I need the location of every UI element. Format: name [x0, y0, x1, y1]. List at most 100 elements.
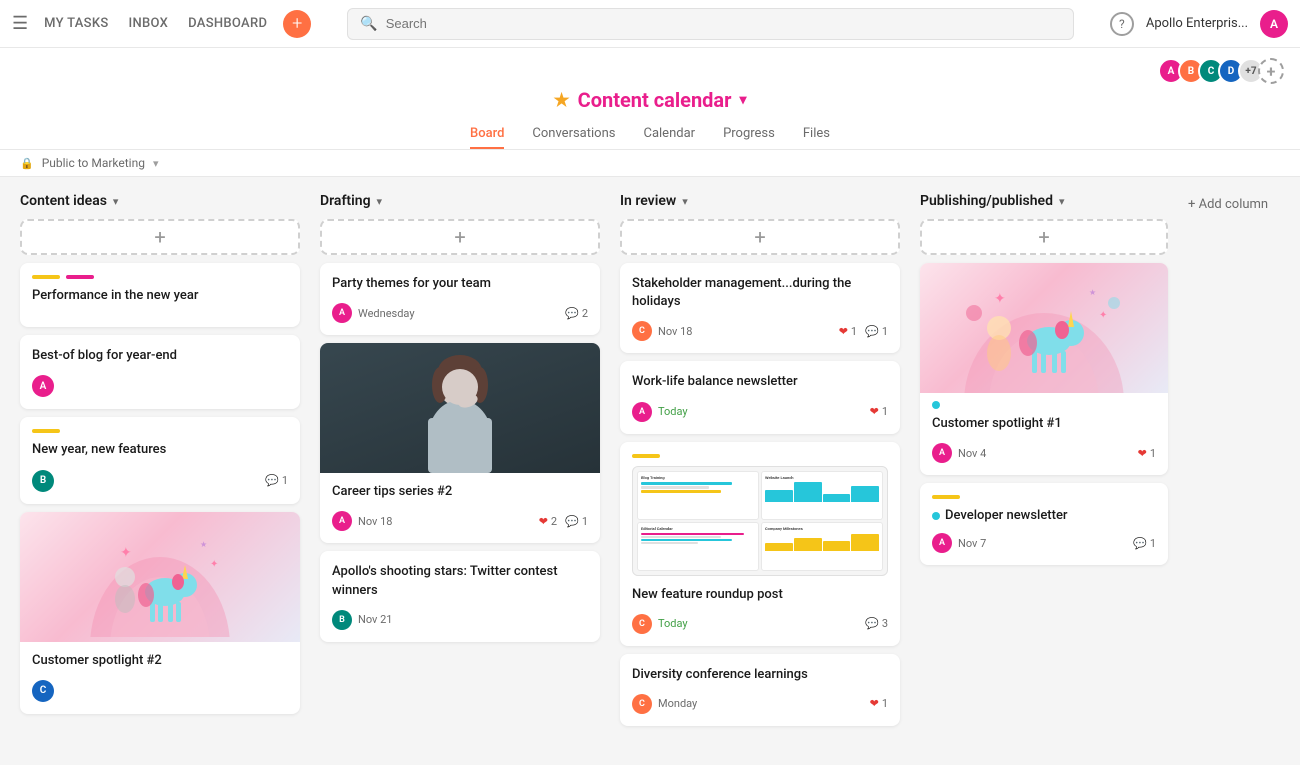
tab-board[interactable]: Board: [470, 120, 504, 149]
lock-icon: 🔒: [20, 157, 34, 170]
tab-conversations[interactable]: Conversations: [532, 120, 615, 149]
card-party-themes[interactable]: Party themes for your team A Wednesday 💬…: [320, 263, 600, 335]
cards-content-ideas: Performance in the new year Best-of blog…: [20, 263, 300, 714]
column-title-content-ideas: Content ideas: [20, 193, 107, 209]
menu-icon[interactable]: ☰: [12, 13, 28, 34]
card-tag-row: [932, 401, 1156, 409]
card-comments: 💬 1: [565, 515, 588, 528]
column-header-publishing: Publishing/published ▾: [920, 193, 1168, 209]
card-title-blog: Best-of blog for year-end: [32, 347, 288, 365]
column-header-drafting: Drafting ▾: [320, 193, 600, 209]
user-avatar[interactable]: A: [1260, 10, 1288, 38]
card-career-tips[interactable]: Career tips series #2 A Nov 18 ❤ 2: [320, 343, 600, 543]
nav-right: ? Apollo Enterpris... A: [1110, 10, 1288, 38]
card-diversity[interactable]: Diversity conference learnings C Monday …: [620, 654, 900, 726]
card-avatar: A: [932, 443, 952, 463]
card-comments: 💬 2: [565, 307, 588, 320]
column-chevron-publishing[interactable]: ▾: [1059, 195, 1065, 208]
dash-panel-4: Company Milestones: [761, 522, 883, 571]
top-nav: ☰ MY TASKS INBOX DASHBOARD + 🔍 ? Apollo …: [0, 0, 1300, 48]
column-chevron-drafting[interactable]: ▾: [377, 195, 383, 208]
column-chevron-content-ideas[interactable]: ▾: [113, 195, 119, 208]
nav-links: MY TASKS INBOX DASHBOARD: [44, 16, 267, 31]
tab-progress[interactable]: Progress: [723, 120, 775, 149]
svg-text:✦: ✦: [994, 291, 1006, 307]
add-column-button[interactable]: + Add column: [1188, 193, 1268, 212]
add-card-content-ideas[interactable]: +: [20, 219, 300, 255]
project-chevron[interactable]: ▾: [739, 92, 746, 108]
card-avatar: A: [332, 511, 352, 531]
card-avatar: B: [32, 470, 54, 492]
add-button[interactable]: +: [283, 10, 311, 38]
column-header-content-ideas: Content ideas ▾: [20, 193, 300, 209]
card-title-stakeholder: Stakeholder management...during the holi…: [632, 275, 888, 311]
search-input[interactable]: [386, 16, 1061, 31]
heart-count: 1: [882, 405, 888, 418]
card-date: Nov 18: [358, 515, 392, 528]
card-footer: A Wednesday 💬 2: [332, 303, 588, 323]
card-customer-spotlight-1[interactable]: ✦ ✦ ★: [920, 263, 1168, 475]
card-footer: C Monday ❤ 1: [632, 694, 888, 714]
column-in-review: In review ▾ + Stakeholder management...d…: [620, 193, 900, 726]
card-meta: B Nov 21: [332, 610, 392, 630]
nav-dashboard[interactable]: DASHBOARD: [188, 16, 267, 31]
svg-text:★: ★: [1089, 288, 1096, 297]
card-customer-spotlight-2[interactable]: ✦ ✦ ★ Customer spotlight #2 C: [20, 512, 300, 714]
heart-count: 1: [851, 325, 857, 338]
column-drafting: Drafting ▾ + Party themes for your team …: [320, 193, 600, 642]
card-actions: 💬 1: [265, 474, 288, 487]
nav-inbox[interactable]: INBOX: [129, 16, 169, 31]
card-date: Nov 7: [958, 537, 986, 550]
card-worklife[interactable]: Work-life balance newsletter A Today ❤ 1: [620, 361, 900, 433]
card-meta: A Nov 7: [932, 533, 986, 553]
dash-panel-3: Editorial Calendar: [637, 522, 759, 571]
card-comments: 💬 1: [1133, 537, 1156, 550]
add-card-review[interactable]: +: [620, 219, 900, 255]
project-title: ★ Content calendar ▾: [554, 88, 747, 112]
card-tag-row: [932, 495, 1156, 499]
illustration-svg: ✦ ✦ ★: [70, 517, 250, 637]
card-meta: A Wednesday: [332, 303, 415, 323]
tag-yellow: [932, 495, 960, 499]
cards-publishing: ✦ ✦ ★: [920, 263, 1168, 565]
card-title-devnews: Developer newsletter: [945, 507, 1068, 525]
heart-icon: ❤: [1138, 447, 1147, 460]
card-title-party: Party themes for your team: [332, 275, 588, 293]
card-new-year-features[interactable]: New year, new features B 💬 1: [20, 417, 300, 503]
comment-count: 1: [282, 474, 288, 487]
public-chevron[interactable]: ▾: [153, 157, 159, 170]
tab-files[interactable]: Files: [803, 120, 830, 149]
card-performance[interactable]: Performance in the new year: [20, 263, 300, 327]
svg-text:✦: ✦: [210, 559, 218, 570]
help-button[interactable]: ?: [1110, 12, 1134, 36]
card-date-green: Today: [658, 405, 688, 418]
comment-count: 3: [882, 617, 888, 630]
card-avatar: A: [632, 402, 652, 422]
add-card-publishing[interactable]: +: [920, 219, 1168, 255]
nav-my-tasks[interactable]: MY TASKS: [44, 16, 108, 31]
card-title-worklife: Work-life balance newsletter: [632, 373, 888, 391]
card-meta: A Nov 4: [932, 443, 986, 463]
search-bar: 🔍: [347, 8, 1074, 40]
card-content: Career tips series #2 A Nov 18 ❤ 2: [320, 473, 600, 543]
tab-calendar[interactable]: Calendar: [643, 120, 695, 149]
card-feature-roundup[interactable]: Blog Training Website Launch: [620, 442, 900, 646]
card-title-features: New year, new features: [32, 441, 288, 459]
card-actions: ❤ 1: [1138, 447, 1156, 460]
project-name: Content calendar: [578, 88, 732, 112]
status-dot: [932, 512, 940, 520]
dash-panel-2: Website Launch: [761, 471, 883, 520]
project-sub-header: 🔒 Public to Marketing ▾: [0, 150, 1300, 177]
card-footer: B Nov 21: [332, 610, 588, 630]
add-card-drafting[interactable]: +: [320, 219, 600, 255]
card-stakeholder[interactable]: Stakeholder management...during the holi…: [620, 263, 900, 353]
card-shooting-stars[interactable]: Apollo's shooting stars: Twitter contest…: [320, 551, 600, 641]
card-footer: B 💬 1: [32, 470, 288, 492]
card-best-of-blog[interactable]: Best-of blog for year-end A: [20, 335, 300, 409]
card-developer-newsletter[interactable]: Developer newsletter A Nov 7 💬 1: [920, 483, 1168, 565]
cards-review: Stakeholder management...during the holi…: [620, 263, 900, 726]
card-status-row: Developer newsletter: [932, 507, 1156, 525]
add-member-button[interactable]: +: [1258, 58, 1284, 84]
column-chevron-review[interactable]: ▾: [682, 195, 688, 208]
card-date: Nov 21: [358, 613, 392, 626]
